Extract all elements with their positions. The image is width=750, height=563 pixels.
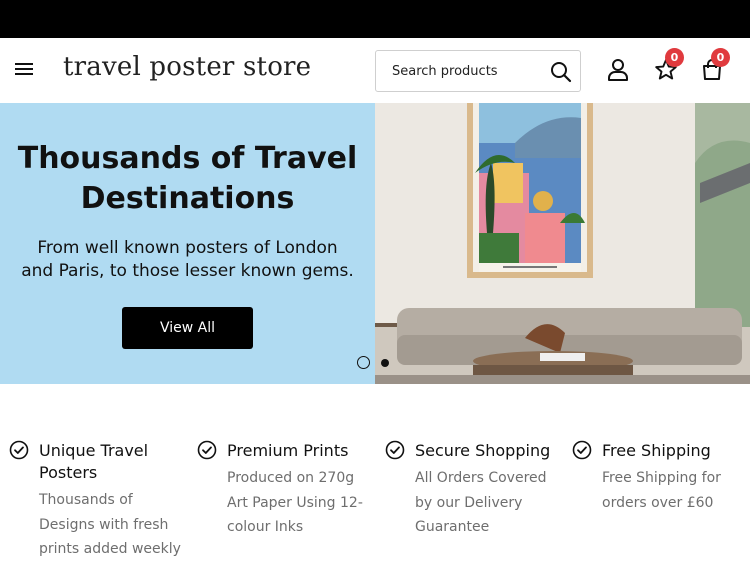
feature-description: Thousands of Designs with fresh prints a… xyxy=(39,492,181,557)
check-circle-icon xyxy=(385,440,405,460)
check-circle-icon xyxy=(197,440,217,460)
cart-button[interactable]: 0 xyxy=(699,48,730,83)
slider-dot-1[interactable] xyxy=(357,356,370,369)
feature-description: Free Shipping for orders over £60 xyxy=(602,470,721,511)
feature-title: Secure Shopping xyxy=(415,441,551,460)
slider-dot-2[interactable] xyxy=(381,359,389,367)
hero-banner: Thousands of Travel Destinations From we… xyxy=(0,103,750,384)
feature-description: Produced on 270g Art Paper Using 12-colo… xyxy=(227,470,363,535)
view-all-button[interactable]: View All xyxy=(122,307,253,349)
cart-count-badge: 0 xyxy=(711,48,730,67)
top-announcement-bar xyxy=(0,0,750,38)
hero-image-living-room-poster xyxy=(375,103,750,384)
feature-description: All Orders Covered by our Delivery Guara… xyxy=(415,470,547,535)
hero-text-panel: Thousands of Travel Destinations From we… xyxy=(0,103,375,384)
check-circle-icon xyxy=(9,440,29,460)
feature-title: Unique Travel Posters xyxy=(39,441,149,482)
search-icon[interactable] xyxy=(549,60,573,84)
features-section: Unique Travel Posters Thousands of Desig… xyxy=(0,384,750,563)
site-logo[interactable]: travel poster store xyxy=(63,52,311,82)
wishlist-button[interactable]: 0 xyxy=(653,48,684,83)
check-circle-icon xyxy=(572,440,592,460)
hamburger-menu-icon[interactable] xyxy=(12,60,38,82)
feature-title: Free Shipping xyxy=(602,441,711,460)
search-box xyxy=(375,50,581,92)
hero-title: Thousands of Travel Destinations xyxy=(17,141,358,216)
search-input[interactable] xyxy=(392,60,542,82)
feature-title: Premium Prints xyxy=(227,441,349,460)
site-header: travel poster store 0 0 xyxy=(0,38,750,103)
hero-subtitle: From well known posters of London and Pa… xyxy=(21,238,354,281)
wishlist-count-badge: 0 xyxy=(665,48,684,67)
user-account-icon[interactable] xyxy=(605,57,631,83)
